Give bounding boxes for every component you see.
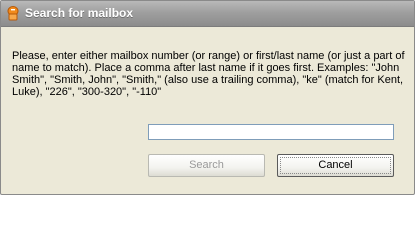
- search-mailbox-dialog: Search for mailbox Please, enter either …: [0, 0, 415, 195]
- search-button-label: Search: [189, 159, 224, 171]
- search-button[interactable]: Search: [148, 154, 265, 177]
- title-bar[interactable]: Search for mailbox: [1, 1, 414, 27]
- search-input[interactable]: [148, 124, 394, 140]
- cancel-button-label: Cancel: [318, 159, 353, 171]
- mailbox-icon: [7, 6, 19, 21]
- cancel-button[interactable]: Cancel: [277, 154, 394, 177]
- window-title: Search for mailbox: [25, 6, 134, 20]
- instructions-text: Please, enter either mailbox number (or …: [12, 50, 405, 98]
